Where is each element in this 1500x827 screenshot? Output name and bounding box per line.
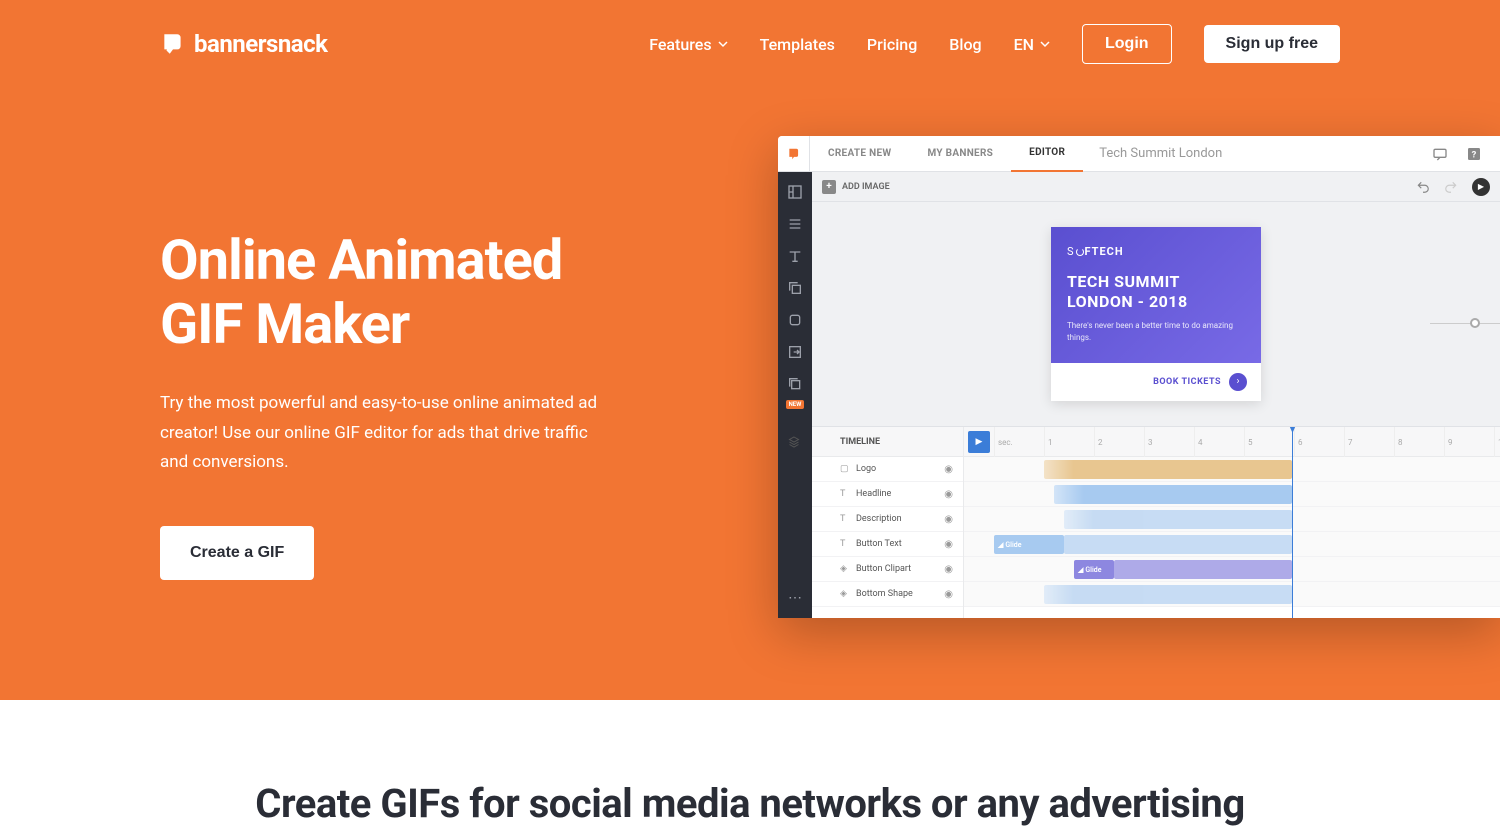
nav-blog[interactable]: Blog <box>949 35 981 54</box>
layer-headline[interactable]: THeadline◉ <box>812 482 963 507</box>
editor-toolbar: + ADD IMAGE ▶ <box>812 172 1500 202</box>
stack-icon[interactable] <box>781 370 809 398</box>
text-icon[interactable] <box>781 242 809 270</box>
banner-logo: SFTECH <box>1067 245 1245 258</box>
tab-my-banners[interactable]: MY BANNERS <box>909 136 1011 172</box>
clip-glide[interactable]: ◢Glide <box>994 535 1064 554</box>
logo-text: bannersnack <box>194 30 327 58</box>
banner-headline: TECH SUMMIT LONDON - 2018 <box>1067 272 1245 312</box>
clip[interactable] <box>1064 510 1292 529</box>
clip[interactable] <box>1044 460 1292 479</box>
editor-topbar: CREATE NEW MY BANNERS EDITOR Tech Summit… <box>778 136 1500 172</box>
tab-create-new[interactable]: CREATE NEW <box>810 136 909 172</box>
timeline-ruler[interactable]: ▶ sec. 1 2 3 4 5 6 7 8 9 <box>964 427 1500 457</box>
add-image-button[interactable]: + ADD IMAGE <box>822 180 890 194</box>
shape-icon: ◈ <box>840 564 850 574</box>
text-icon: T <box>840 539 850 549</box>
section-2: Create GIFs for social media networks or… <box>0 700 1500 827</box>
undo-icon[interactable] <box>1416 180 1430 194</box>
visibility-icon[interactable]: ◉ <box>944 514 953 525</box>
timeline-play-button[interactable]: ▶ <box>968 431 990 453</box>
hero-description: Try the most powerful and easy-to-use on… <box>160 389 600 478</box>
clip[interactable] <box>1064 535 1292 554</box>
zoom-slider-thumb[interactable] <box>1470 318 1480 328</box>
main-nav: bannersnack Features Templates Pricing B… <box>0 0 1500 88</box>
copy-icon[interactable] <box>781 274 809 302</box>
clip-glide[interactable]: ◢Glide <box>1074 560 1114 579</box>
layer-bottom-shape[interactable]: ◈Bottom Shape◉ <box>812 582 963 607</box>
track-row[interactable] <box>964 457 1500 482</box>
visibility-icon[interactable]: ◉ <box>944 464 953 475</box>
image-icon: ▢ <box>840 464 850 474</box>
nav-pricing[interactable]: Pricing <box>867 35 917 54</box>
timeline-header: TIMELINE <box>812 427 963 457</box>
text-icon: T <box>840 489 850 499</box>
track-row[interactable]: ◢Glide <box>964 532 1500 557</box>
more-icon[interactable]: ⋯ <box>781 584 809 612</box>
hero-content: Online Animated GIF Maker Try the most p… <box>0 88 600 580</box>
layer-button-clipart[interactable]: ◈Button Clipart◉ <box>812 557 963 582</box>
section-2-title: Create GIFs for social media networks or… <box>160 780 1340 827</box>
editor-canvas[interactable]: SFTECH TECH SUMMIT LONDON - 2018 There's… <box>812 202 1500 426</box>
play-button[interactable]: ▶ <box>1472 178 1490 196</box>
layer-button-text[interactable]: TButton Text◉ <box>812 532 963 557</box>
arrow-right-icon: › <box>1229 373 1247 391</box>
clip[interactable] <box>1114 560 1292 579</box>
shape-icon[interactable] <box>781 306 809 334</box>
track-row[interactable] <box>964 482 1500 507</box>
editor-tabs: CREATE NEW MY BANNERS EDITOR <box>810 136 1083 172</box>
timeline: TIMELINE ▢Logo◉ THeadline◉ TDescription◉… <box>812 426 1500 618</box>
layer-logo[interactable]: ▢Logo◉ <box>812 457 963 482</box>
track-row[interactable]: ◢Glide <box>964 557 1500 582</box>
shape-icon: ◈ <box>840 589 850 599</box>
nav-templates[interactable]: Templates <box>760 35 835 54</box>
logo[interactable]: bannersnack <box>160 30 327 58</box>
nav-links: Features Templates Pricing Blog EN Login… <box>649 24 1340 64</box>
clip[interactable] <box>1044 585 1292 604</box>
chevron-down-icon <box>718 39 728 49</box>
zoom-slider-track[interactable] <box>1430 323 1500 324</box>
signup-button[interactable]: Sign up free <box>1204 25 1340 63</box>
list-icon[interactable] <box>781 210 809 238</box>
banner-preview[interactable]: SFTECH TECH SUMMIT LONDON - 2018 There's… <box>1051 227 1261 400</box>
create-gif-button[interactable]: Create a GIF <box>160 526 314 580</box>
banner-button-text: BOOK TICKETS <box>1153 377 1221 387</box>
clip[interactable] <box>1054 485 1292 504</box>
visibility-icon[interactable]: ◉ <box>944 539 953 550</box>
nav-lang[interactable]: EN <box>1014 35 1050 54</box>
new-badge: NEW <box>786 400 805 409</box>
visibility-icon[interactable]: ◉ <box>944 564 953 575</box>
redo-icon[interactable] <box>1444 180 1458 194</box>
svg-text:?: ? <box>1472 149 1477 160</box>
layers-icon <box>788 436 800 448</box>
playhead[interactable] <box>1292 427 1293 618</box>
visibility-icon[interactable]: ◉ <box>944 589 953 600</box>
help-icon[interactable]: ? <box>1466 146 1482 162</box>
banner-description: There's never been a better time to do a… <box>1067 320 1245 342</box>
editor-sidebar: NEW ⋯ <box>778 172 812 618</box>
tab-editor[interactable]: EDITOR <box>1011 136 1083 172</box>
tick-sec: sec. <box>994 427 1044 457</box>
track-row[interactable] <box>964 507 1500 532</box>
login-button[interactable]: Login <box>1082 24 1172 64</box>
editor-logo-icon[interactable] <box>778 136 810 172</box>
visibility-icon[interactable]: ◉ <box>944 489 953 500</box>
project-title[interactable]: Tech Summit London <box>1083 146 1432 161</box>
layer-description[interactable]: TDescription◉ <box>812 507 963 532</box>
import-icon[interactable] <box>781 338 809 366</box>
layout-icon[interactable] <box>781 178 809 206</box>
plus-icon: + <box>822 180 836 194</box>
editor-screenshot: CREATE NEW MY BANNERS EDITOR Tech Summit… <box>778 136 1500 618</box>
nav-features[interactable]: Features <box>649 35 727 54</box>
chat-icon[interactable] <box>1432 146 1448 162</box>
track-row[interactable] <box>964 582 1500 607</box>
chevron-down-icon <box>1040 39 1050 49</box>
text-icon: T <box>840 514 850 524</box>
hero-title: Online Animated GIF Maker <box>160 228 600 357</box>
logo-icon <box>160 31 186 57</box>
